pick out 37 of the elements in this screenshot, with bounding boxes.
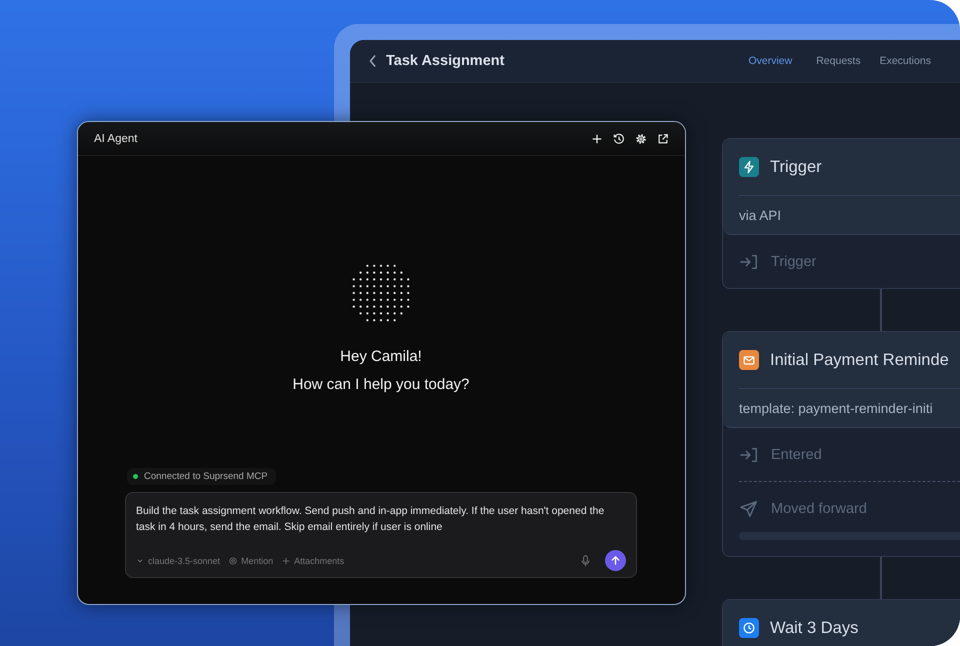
microphone-icon[interactable] [581,554,590,566]
node-subtitle: template: payment-reminder-initi [739,400,933,416]
settings-icon[interactable] [635,132,647,144]
workflow-node[interactable]: Trigger via API Trigger [722,138,960,289]
stat-label: Trigger [771,254,816,270]
external-link-icon[interactable] [657,132,669,144]
model-dropdown[interactable]: claude-3.5-sonnet [136,556,220,566]
panel-title: AI Agent [94,132,138,144]
enter-icon [739,446,759,464]
node-title: Initial Payment Reminde [770,350,949,370]
attachments-button[interactable]: Attachments [282,556,344,566]
status-label: Connected to Suprsend MCP [144,471,268,482]
node-subtitle: via API [739,208,782,222]
plus-icon[interactable] [591,132,603,144]
greeting-text: Hey Camila! [340,347,422,367]
prompt-text: How can I help you today? [292,375,470,395]
back-icon[interactable] [368,54,378,68]
workflow-node[interactable]: Wait 3 Days [722,599,960,646]
node-title: Wait 3 Days [770,618,858,638]
history-icon[interactable] [613,132,625,144]
dot-grid-icon [351,263,411,323]
tab[interactable]: Executions [880,55,931,67]
message-input[interactable]: Build the task assignment workflow. Send push and in-app immediately. If the user hasn't opened the task in 4 hours, send the email. Skip email entirely if user is online claude-3.5-sonnet Mention Attachments [125,492,637,578]
mention-button[interactable]: Mention [229,556,274,566]
plus-icon [282,556,290,564]
stat-label: Moved forward [771,500,867,516]
workflow-node[interactable]: Initial Payment Reminde template: payment-reminder-initi Entered Moved forward [722,331,960,557]
tab[interactable]: Overview [748,55,792,67]
node-title: Trigger [770,158,822,176]
enter-icon [739,252,759,270]
stat-label: Entered [771,446,822,462]
workflow-title: Task Assignment [386,53,504,69]
chevron-icon [136,556,144,564]
arrow-up-icon [610,555,621,566]
send-icon [739,500,759,518]
tab[interactable]: Requests [816,55,861,67]
send-button[interactable] [605,550,626,571]
